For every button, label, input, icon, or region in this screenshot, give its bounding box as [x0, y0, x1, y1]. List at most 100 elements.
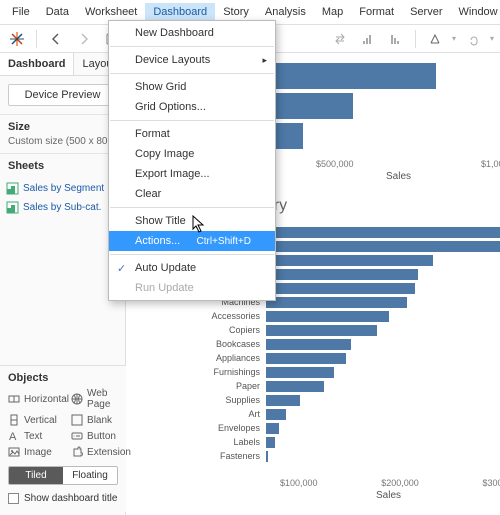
sort-desc-icon[interactable] [385, 28, 407, 50]
sheet-item[interactable]: Sales by Segment [4, 179, 121, 198]
bar[interactable] [266, 283, 415, 294]
sheet-item[interactable]: Sales by Sub-cat. [4, 198, 121, 217]
menu-analysis[interactable]: Analysis [257, 3, 314, 21]
menu-item-export-image-[interactable]: Export Image... [109, 164, 275, 184]
bar-row: Envelopes [194, 421, 500, 435]
menu-item-actions-[interactable]: Actions...Ctrl+Shift+D [109, 231, 275, 251]
sort-asc-icon[interactable] [357, 28, 379, 50]
web-page-icon [71, 393, 83, 405]
back-button[interactable] [45, 28, 67, 50]
tableau-logo-icon [6, 28, 28, 50]
bar-label: Envelopes [194, 423, 266, 433]
swap-icon[interactable] [329, 28, 351, 50]
dashboard-menu-dropdown: New Dashboard Device Layouts Show GridGrid… [108, 20, 276, 301]
bar-row: Fasteners [194, 449, 500, 463]
size-heading: Size [0, 114, 125, 136]
object-blank[interactable]: Blank [71, 414, 131, 426]
text-icon: A [8, 430, 20, 442]
sidebar-tabs: Dashboard Layout [0, 53, 125, 76]
object-text[interactable]: AText [8, 430, 69, 442]
svg-text:A: A [9, 431, 17, 442]
show-title-label: Show dashboard title [24, 493, 117, 504]
show-dashboard-title-checkbox[interactable]: Show dashboard title [8, 493, 118, 504]
menu-item-show-title[interactable]: Show Title [109, 211, 275, 231]
bar-label: Appliances [194, 353, 266, 363]
bar-label: Bookcases [194, 339, 266, 349]
menu-data[interactable]: Data [38, 3, 77, 21]
worksheet-icon [6, 201, 19, 214]
menu-file[interactable]: File [4, 3, 38, 21]
bar-row: Supplies [194, 393, 500, 407]
bar-label: Paper [194, 381, 266, 391]
forward-button[interactable] [73, 28, 95, 50]
menu-window[interactable]: Window [451, 3, 500, 21]
bar-row: Appliances [194, 351, 500, 365]
bar[interactable] [266, 241, 500, 252]
sheets-heading: Sheets [0, 153, 125, 175]
object-button[interactable]: Button [71, 430, 131, 442]
object-vertical[interactable]: Vertical [8, 414, 69, 426]
bar[interactable] [266, 339, 351, 350]
bar[interactable] [266, 353, 346, 364]
menu-story[interactable]: Story [215, 3, 257, 21]
menu-dashboard[interactable]: Dashboard [145, 3, 215, 21]
tab-dashboard[interactable]: Dashboard [0, 53, 74, 75]
bar[interactable] [266, 297, 407, 308]
chart2-axis: $100,000$200,000$300,000 [280, 478, 500, 488]
toggle-floating[interactable]: Floating [63, 467, 117, 484]
button-icon [71, 430, 83, 442]
chart1-axis: $500,000$1,000,000 [316, 159, 500, 169]
object-web-page[interactable]: Web Page [71, 388, 131, 410]
objects-panel: Objects HorizontalWeb PageVerticalBlankA… [0, 365, 126, 512]
attach-icon[interactable] [462, 28, 484, 50]
bar-row: Furnishings [194, 365, 500, 379]
bar-label: Furnishings [194, 367, 266, 377]
menu-item-device-layouts[interactable]: Device Layouts [109, 50, 275, 70]
bar-label: Accessories [194, 311, 266, 321]
bar-label: Copiers [194, 325, 266, 335]
menu-worksheet[interactable]: Worksheet [77, 3, 145, 21]
bar-row: Copiers [194, 323, 500, 337]
bar[interactable] [266, 227, 500, 238]
vertical-icon [8, 414, 20, 426]
device-preview-button[interactable]: Device Preview [8, 84, 117, 106]
bar-row: Art [194, 407, 500, 421]
menu-item-grid-options-[interactable]: Grid Options... [109, 97, 275, 117]
bar[interactable] [266, 409, 286, 420]
bar[interactable] [266, 311, 389, 322]
worksheet-icon [6, 182, 19, 195]
object-extension[interactable]: Extension [71, 446, 131, 458]
horizontal-icon [8, 393, 20, 405]
size-value[interactable]: Custom size (500 x 800 [0, 136, 125, 153]
bar[interactable] [266, 255, 433, 266]
image-icon [8, 446, 20, 458]
object-horizontal[interactable]: Horizontal [8, 388, 69, 410]
menu-item-copy-image[interactable]: Copy Image [109, 144, 275, 164]
menu-server[interactable]: Server [402, 3, 450, 21]
bar-label: Fasteners [194, 451, 266, 461]
menu-item-new-dashboard[interactable]: New Dashboard [109, 23, 275, 43]
bar-label: Labels [194, 437, 266, 447]
bar[interactable] [266, 367, 334, 378]
menu-format[interactable]: Format [351, 3, 402, 21]
bar-row: Bookcases [194, 337, 500, 351]
bar[interactable] [266, 423, 279, 434]
menu-map[interactable]: Map [314, 3, 351, 21]
bar[interactable] [266, 395, 300, 406]
layout-mode-toggle[interactable]: Tiled Floating [8, 466, 118, 485]
bar[interactable] [266, 381, 324, 392]
bar[interactable] [266, 269, 418, 280]
object-image[interactable]: Image [8, 446, 69, 458]
extension-icon [71, 446, 83, 458]
bar[interactable] [266, 451, 268, 462]
menu-item-format[interactable]: Format [109, 124, 275, 144]
menu-item-clear[interactable]: Clear [109, 184, 275, 204]
toggle-tiled[interactable]: Tiled [9, 467, 63, 484]
bar[interactable] [266, 325, 377, 336]
menu-item-show-grid[interactable]: Show Grid [109, 77, 275, 97]
highlight-icon[interactable] [424, 28, 446, 50]
bar[interactable] [266, 437, 275, 448]
bar-row: Paper [194, 379, 500, 393]
menu-item-auto-update[interactable]: Auto Update [109, 258, 275, 278]
checkbox-icon[interactable] [8, 493, 19, 504]
